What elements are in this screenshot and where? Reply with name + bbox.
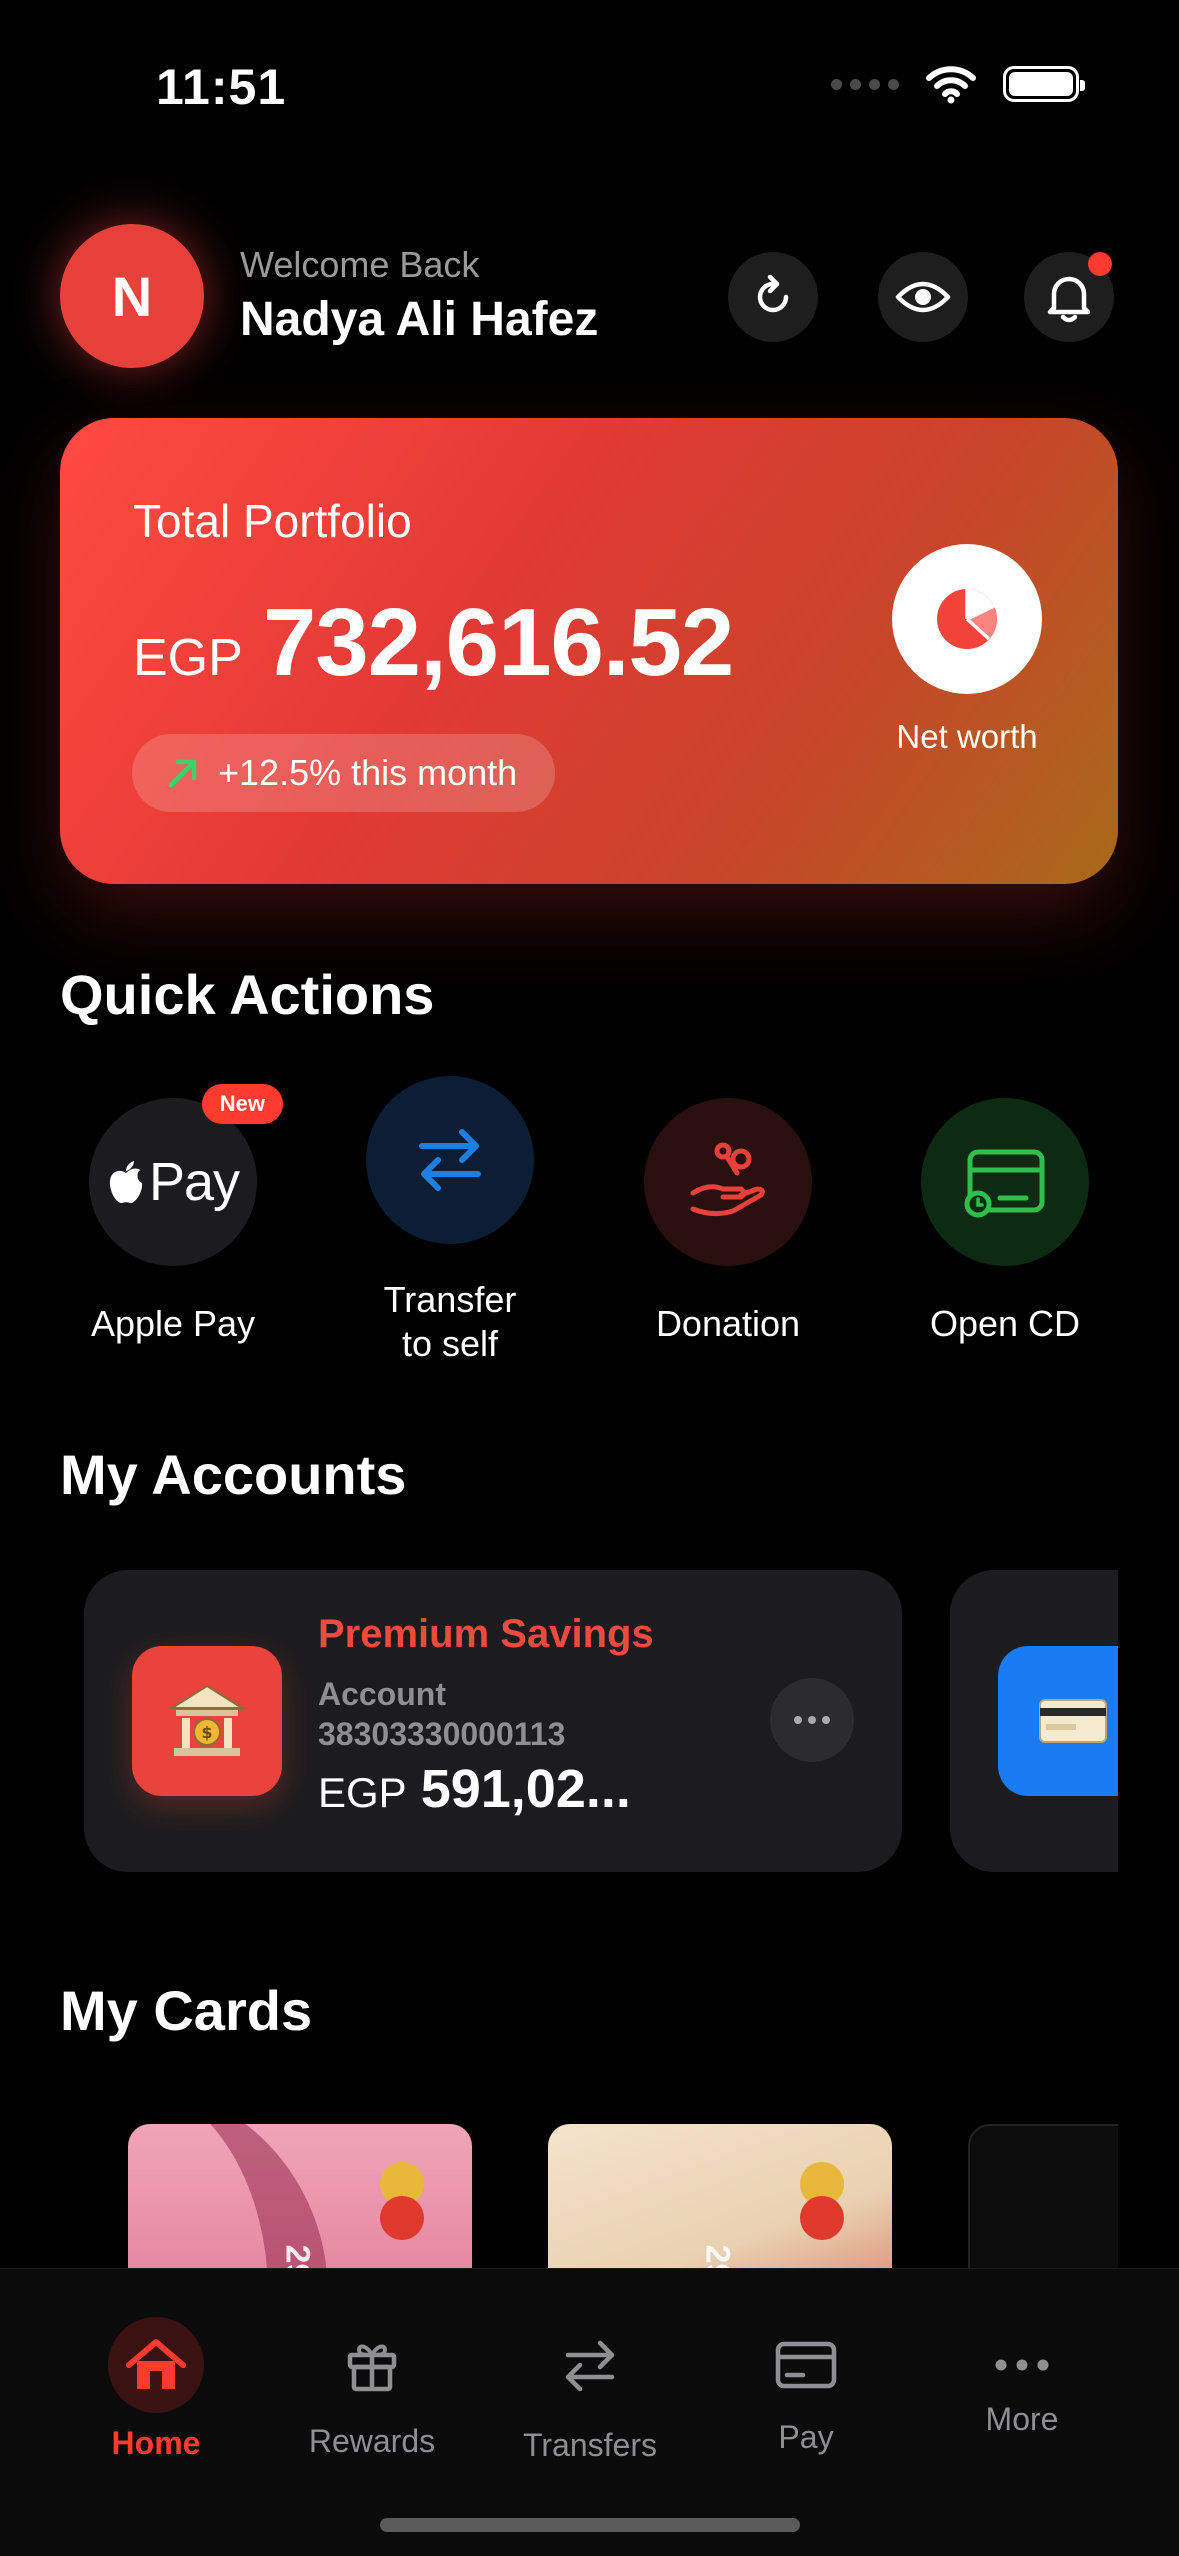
payment-card[interactable]: 29 [548, 2124, 892, 2270]
account-name: Premium Savings [318, 1612, 654, 1656]
tab-more[interactable]: More [914, 2317, 1130, 2438]
avatar[interactable]: N [60, 224, 204, 368]
portfolio-title: Total Portfolio [133, 495, 412, 547]
trend-text: +12.5% this month [218, 752, 518, 793]
more-icon [914, 2317, 1130, 2413]
certificate-icon [921, 1098, 1089, 1266]
signal-icon [831, 78, 899, 90]
quick-action-apple-pay[interactable]: Pay New Apple Pay [53, 1084, 293, 1346]
apple-pay-text: Pay [148, 1152, 240, 1212]
quick-action-label: Donation [655, 1303, 801, 1344]
account-balance: EGP 591,02... [318, 1758, 631, 1820]
tab-transfers[interactable]: Transfers [482, 2317, 698, 2464]
visibility-toggle-button[interactable] [878, 252, 968, 342]
tab-bar: Home Rewards Transfers Pay More [0, 2268, 1179, 2556]
refresh-icon [757, 274, 789, 313]
svg-text:$: $ [201, 1723, 212, 1742]
account-type: Account [318, 1676, 446, 1712]
apple-logo-icon [109, 1161, 143, 1204]
card-icon [698, 2317, 914, 2413]
my-accounts-title: My Accounts [60, 1443, 407, 1506]
donation-hand-icon [644, 1098, 812, 1266]
accounts-carousel[interactable]: $ Premium Savings Account 38303330000113… [60, 1570, 1118, 1872]
status-time: 11:51 [156, 59, 287, 115]
account-card[interactable]: $ Premium Savings Account 38303330000113… [84, 1570, 902, 1872]
eye-icon [895, 281, 951, 313]
quick-action-donation[interactable]: Donation [608, 1098, 848, 1346]
tab-label: Pay [778, 2419, 834, 2455]
apple-pay-icon: Pay New [89, 1084, 283, 1266]
portfolio-card[interactable]: Total Portfolio EGP 732,616.52 +12.5% th… [60, 418, 1118, 884]
gift-icon [264, 2317, 480, 2413]
trend-up-icon [168, 759, 197, 788]
tab-home[interactable]: Home [48, 2317, 264, 2462]
tab-label: Rewards [308, 2423, 436, 2459]
portfolio-amount: EGP 732,616.52 [133, 588, 734, 698]
tab-label: Transfers [523, 2427, 657, 2463]
battery-icon [1003, 66, 1085, 102]
transfer-icon [482, 2317, 698, 2413]
account-balance-value: 591,02... [420, 1759, 631, 1819]
quick-actions-title: Quick Actions [60, 963, 435, 1026]
refresh-button[interactable] [728, 252, 818, 342]
home-icon [108, 2317, 204, 2413]
quick-action-open-cd[interactable]: Open CD [885, 1098, 1125, 1346]
wifi-icon [926, 66, 976, 104]
card-number: 29 [698, 2244, 737, 2270]
my-cards-title: My Cards [60, 1979, 313, 2042]
quick-action-label: Transfer to self [383, 1279, 517, 1364]
notifications-button[interactable] [1024, 252, 1114, 342]
quick-action-label: Open CD [929, 1303, 1081, 1344]
payment-card[interactable]: 29 [128, 2124, 472, 2270]
card-number: 29 [278, 2244, 317, 2270]
welcome-text: Welcome Back [240, 244, 480, 285]
tab-label: More [985, 2401, 1059, 2437]
notification-dot [1088, 252, 1112, 276]
bell-icon [1047, 276, 1091, 323]
portfolio-value: 732,616.52 [262, 589, 734, 696]
status-indicators [831, 64, 1085, 104]
tab-label: Home [111, 2425, 201, 2461]
transfer-arrows-icon [366, 1076, 534, 1244]
cards-carousel[interactable]: 29 29 [60, 2120, 1118, 2270]
user-name: Nadya Ali Hafez [240, 293, 599, 346]
trend-badge: +12.5% this month [132, 734, 556, 812]
home-indicator [380, 2518, 800, 2532]
quick-action-label: Apple Pay [90, 1303, 256, 1344]
account-details: Account 38303330000113 [318, 1674, 565, 1754]
pie-chart-icon [937, 589, 997, 649]
new-badge: New [201, 1084, 283, 1124]
net-worth-label: Net worth [896, 718, 1038, 755]
account-more-button[interactable] [770, 1678, 854, 1762]
net-worth-button[interactable] [892, 544, 1042, 694]
account-card-next[interactable] [950, 1570, 1118, 1872]
payment-card[interactable] [968, 2124, 1118, 2270]
avatar-initial: N [111, 264, 153, 328]
mastercard-icon [380, 2162, 426, 2252]
account-currency: EGP [318, 1769, 407, 1816]
mastercard-icon [800, 2162, 846, 2252]
portfolio-currency: EGP [133, 629, 243, 687]
tab-rewards[interactable]: Rewards [264, 2317, 480, 2460]
tab-pay[interactable]: Pay [698, 2317, 914, 2456]
account-number: 38303330000113 [318, 1716, 566, 1752]
quick-action-transfer-to-self[interactable]: Transfer to self [330, 1076, 570, 1366]
bank-icon: $ [132, 1646, 282, 1796]
credit-card-icon [998, 1646, 1118, 1796]
